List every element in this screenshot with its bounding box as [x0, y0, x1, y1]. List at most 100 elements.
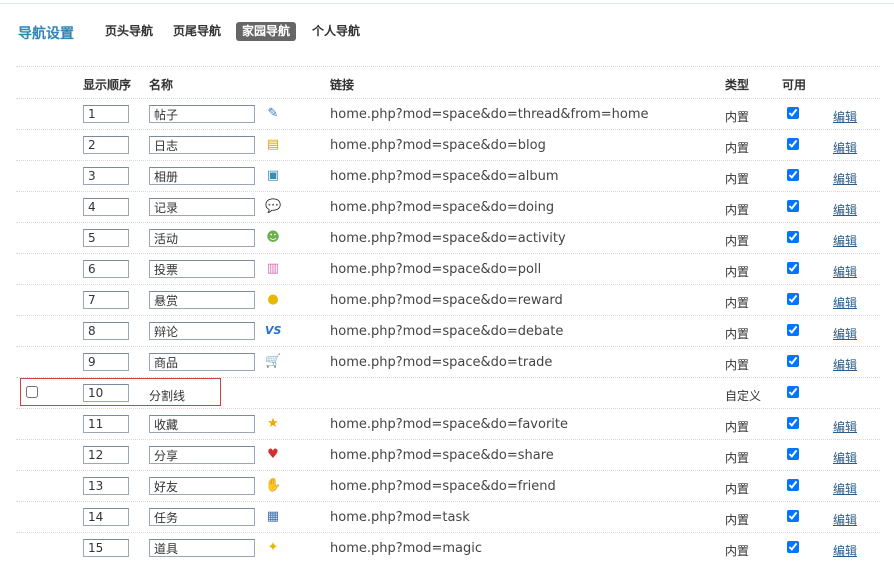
edit-link[interactable]: 编辑 [833, 480, 857, 497]
edit-link[interactable]: 编辑 [833, 511, 857, 528]
album-icon: ▣ [266, 168, 280, 183]
name-input[interactable] [149, 322, 255, 340]
link-text: home.php?mod=space&do=activity [330, 231, 566, 246]
edit-link[interactable]: 编辑 [833, 449, 857, 466]
order-input[interactable] [83, 353, 129, 371]
name-input[interactable] [149, 291, 255, 309]
edit-link[interactable]: 编辑 [833, 542, 857, 559]
edit-link[interactable]: 编辑 [833, 325, 857, 342]
link-text: home.php?mod=space&do=thread&from=home [330, 107, 649, 122]
name-input[interactable] [149, 198, 255, 216]
link-text: home.php?mod=space&do=favorite [330, 417, 569, 432]
debate-icon: VS [265, 324, 282, 337]
edit-link[interactable]: 编辑 [833, 170, 857, 187]
type-text: 内置 [725, 296, 750, 310]
tab-footer-nav[interactable]: 页尾导航 [173, 22, 221, 41]
trade-icon: 🛒 [265, 354, 282, 369]
enabled-checkbox[interactable] [787, 510, 799, 522]
type-text: 内置 [725, 420, 750, 434]
link-text: home.php?mod=space&do=friend [330, 479, 556, 494]
column-header-order: 显示顺序 [83, 78, 132, 92]
order-input[interactable] [83, 539, 129, 557]
tab-header-nav[interactable]: 页头导航 [105, 22, 153, 41]
blog-icon: ▤ [266, 137, 280, 152]
enabled-checkbox[interactable] [787, 107, 799, 119]
enabled-checkbox[interactable] [787, 138, 799, 150]
type-text: 内置 [725, 544, 750, 558]
edit-link[interactable]: 编辑 [833, 263, 857, 280]
edit-link[interactable]: 编辑 [833, 201, 857, 218]
edit-link[interactable]: 编辑 [833, 294, 857, 311]
name-input[interactable] [149, 508, 255, 526]
order-input[interactable] [83, 198, 129, 216]
name-input[interactable] [149, 229, 255, 247]
link-text: home.php?mod=space&do=share [330, 448, 554, 463]
order-input[interactable] [83, 260, 129, 278]
enabled-checkbox[interactable] [787, 169, 799, 181]
table-row: ▣ home.php?mod=space&do=album 内置 编辑 [16, 160, 880, 192]
order-input[interactable] [83, 105, 129, 123]
enabled-checkbox[interactable] [787, 417, 799, 429]
table-row: ✦ home.php?mod=magic 内置 编辑 [16, 532, 880, 564]
enabled-checkbox[interactable] [787, 231, 799, 243]
thread-icon: ✎ [267, 106, 279, 121]
table-row: 🛒 home.php?mod=space&do=trade 内置 编辑 [16, 346, 880, 378]
tab-home-nav[interactable]: 家园导航 [236, 22, 297, 41]
name-input[interactable] [149, 353, 255, 371]
type-text: 内置 [725, 265, 750, 279]
edit-link[interactable]: 编辑 [833, 232, 857, 249]
order-input[interactable] [83, 229, 129, 247]
enabled-checkbox[interactable] [787, 479, 799, 491]
enabled-checkbox[interactable] [787, 386, 799, 398]
table-row: ▦ home.php?mod=task 内置 编辑 [16, 501, 880, 533]
enabled-checkbox[interactable] [787, 293, 799, 305]
name-input[interactable] [149, 105, 255, 123]
type-text: 内置 [725, 141, 750, 155]
order-input[interactable] [83, 167, 129, 185]
edit-link[interactable]: 编辑 [833, 418, 857, 435]
enabled-checkbox[interactable] [787, 324, 799, 336]
link-text: home.php?mod=space&do=poll [330, 262, 542, 277]
tab-personal-nav[interactable]: 个人导航 [312, 22, 360, 41]
order-input[interactable] [83, 136, 129, 154]
row-delete-checkbox[interactable] [26, 386, 38, 398]
table-row: ▥ home.php?mod=space&do=poll 内置 编辑 [16, 253, 880, 285]
enabled-checkbox[interactable] [787, 355, 799, 367]
table-row: ★ home.php?mod=space&do=favorite 内置 编辑 [16, 408, 880, 440]
name-input[interactable] [149, 446, 255, 464]
name-input[interactable] [149, 477, 255, 495]
link-text: home.php?mod=space&do=doing [330, 200, 555, 215]
name-text: 分割线 [149, 389, 186, 403]
enabled-checkbox[interactable] [787, 200, 799, 212]
name-input[interactable] [149, 415, 255, 433]
name-input[interactable] [149, 539, 255, 557]
edit-link[interactable]: 编辑 [833, 139, 857, 156]
edit-link[interactable]: 编辑 [833, 356, 857, 373]
name-input[interactable] [149, 167, 255, 185]
order-input[interactable] [83, 508, 129, 526]
edit-link[interactable]: 编辑 [833, 108, 857, 125]
order-input[interactable] [83, 415, 129, 433]
column-header-name: 名称 [149, 78, 174, 92]
link-text: home.php?mod=space&do=trade [330, 355, 553, 370]
link-text: home.php?mod=magic [330, 541, 483, 556]
order-input[interactable] [83, 446, 129, 464]
type-text: 内置 [725, 327, 750, 341]
favorite-icon: ★ [267, 416, 279, 431]
table-row: ✎ home.php?mod=space&do=thread&from=home 内… [16, 98, 880, 130]
enabled-checkbox[interactable] [787, 262, 799, 274]
reward-icon: ● [267, 292, 279, 307]
name-input[interactable] [149, 260, 255, 278]
enabled-checkbox[interactable] [787, 541, 799, 553]
order-input[interactable] [83, 322, 129, 340]
order-input[interactable] [83, 477, 129, 495]
link-text: home.php?mod=task [330, 510, 470, 525]
order-input[interactable] [83, 291, 129, 309]
type-text: 自定义 [725, 389, 762, 403]
order-input[interactable] [83, 384, 129, 402]
enabled-checkbox[interactable] [787, 448, 799, 460]
name-input[interactable] [149, 136, 255, 154]
table-row: ♥ home.php?mod=space&do=share 内置 编辑 [16, 439, 880, 471]
column-header-type: 类型 [725, 78, 750, 92]
table-row: 💬 home.php?mod=space&do=doing 内置 编辑 [16, 191, 880, 223]
